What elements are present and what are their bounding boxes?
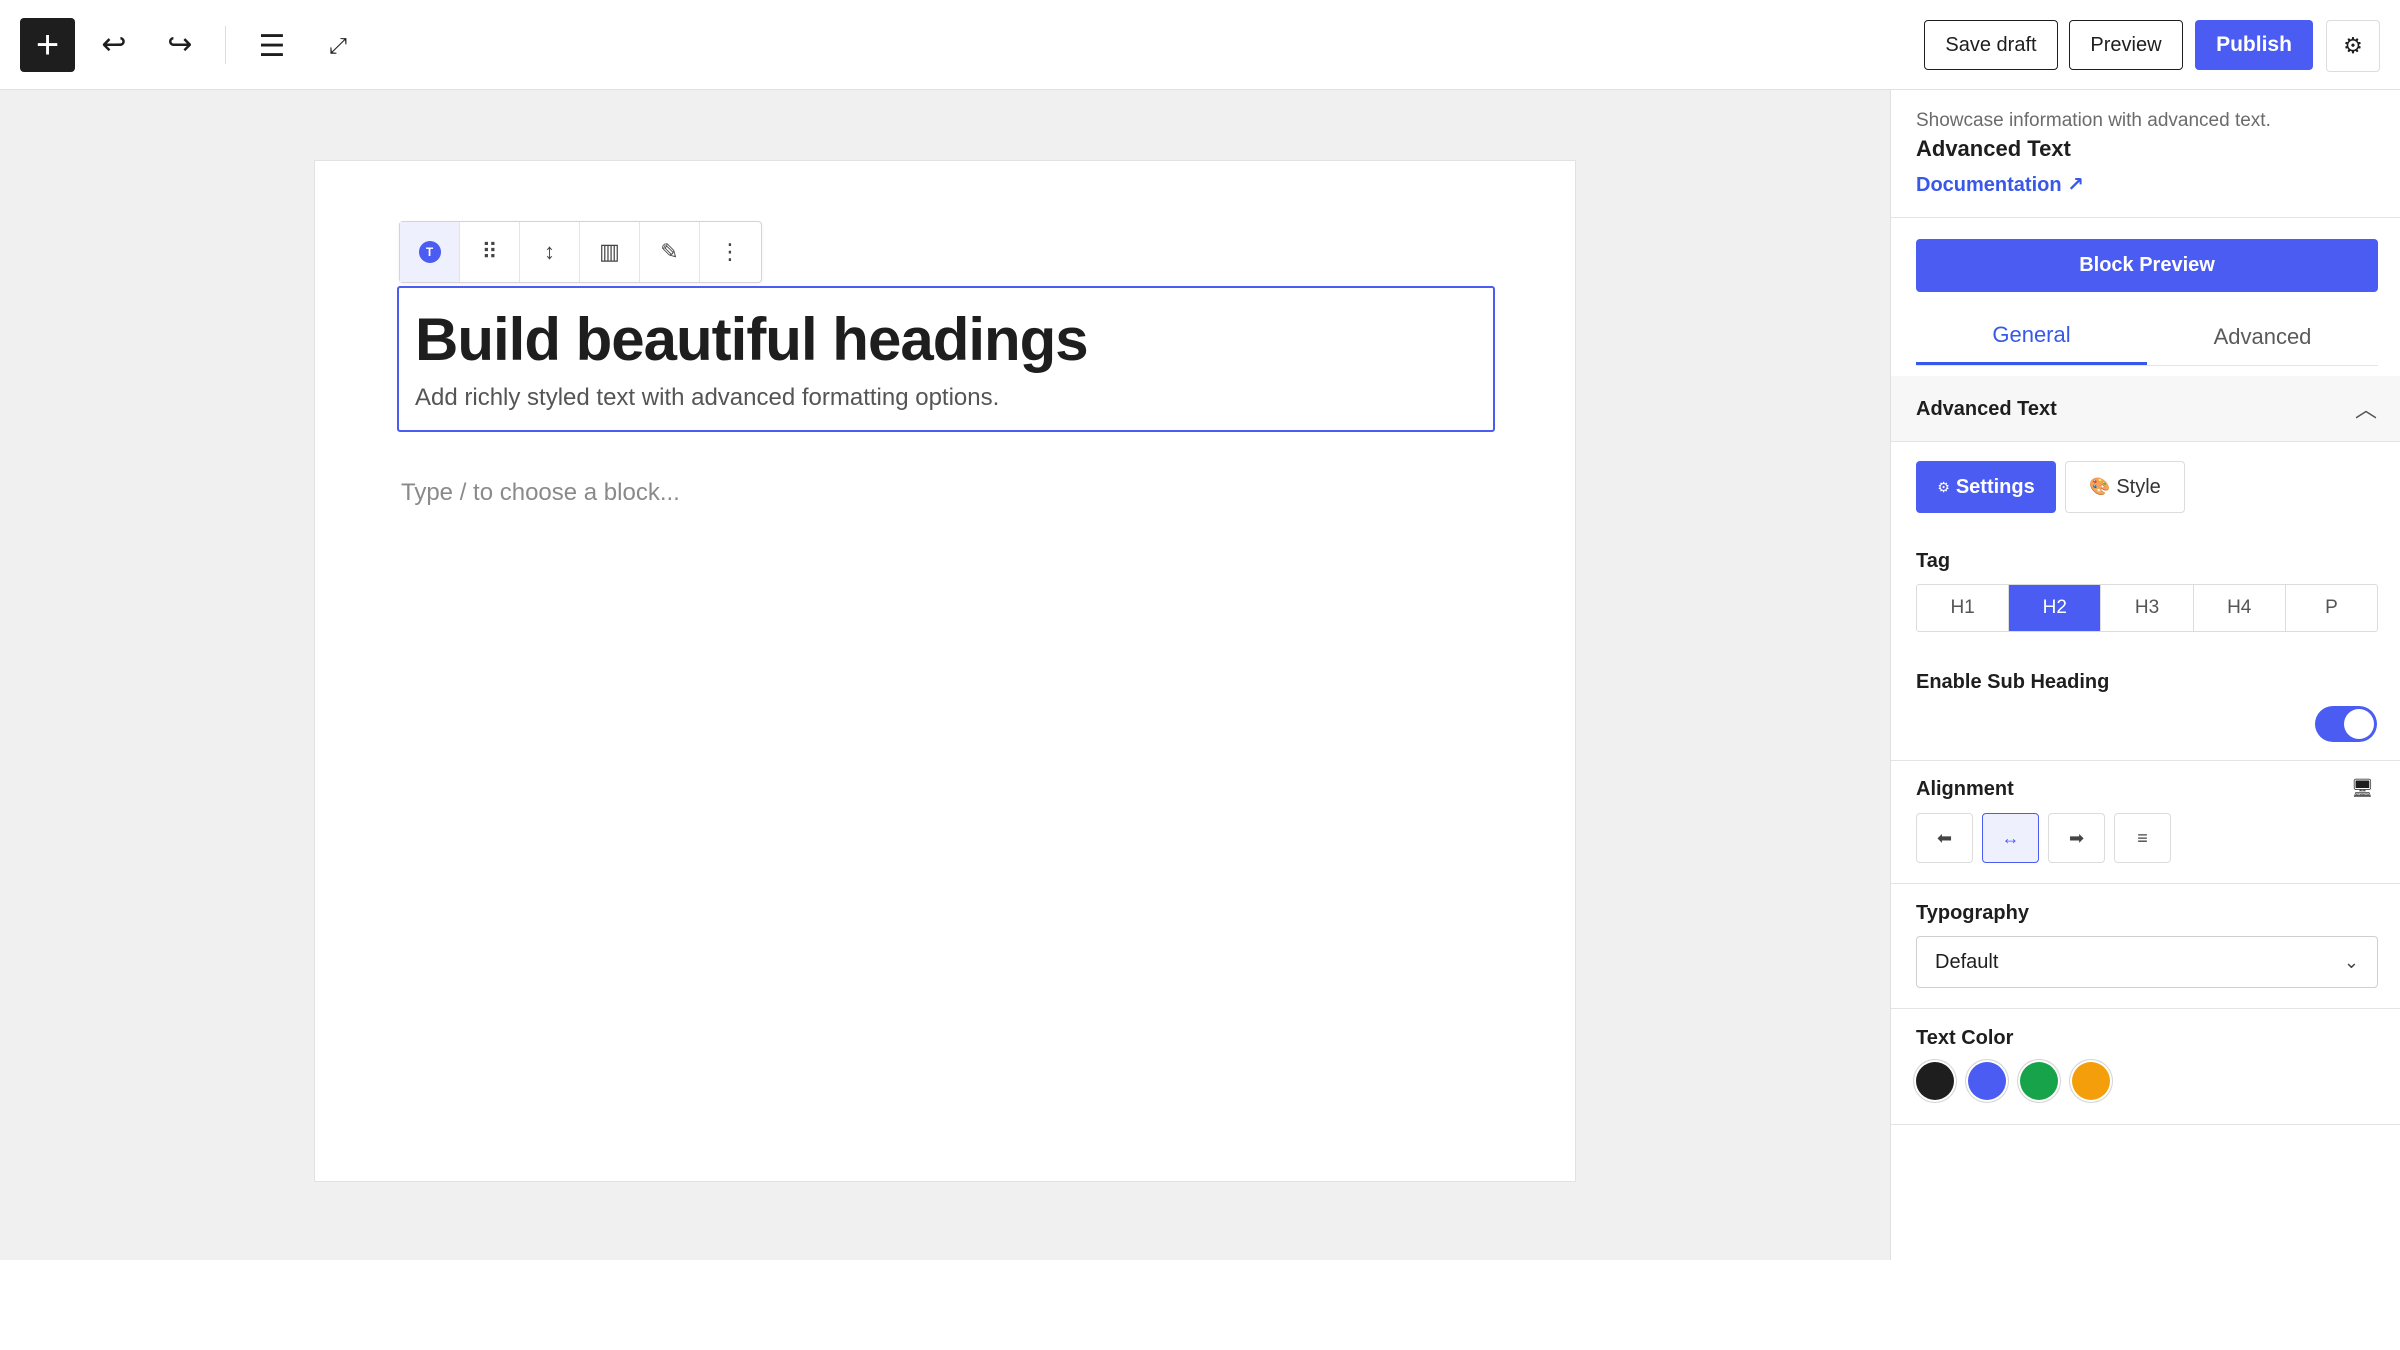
drag-handle[interactable]: ⠿ [460, 222, 520, 282]
toggle-knob [2344, 709, 2374, 739]
sub-heading-toggle[interactable] [2315, 706, 2377, 742]
settings-subtab[interactable]: ⚙ Settings [1916, 461, 2056, 513]
chevron-up-icon: ︿ [2354, 397, 2377, 422]
color-swatch-orange[interactable] [2072, 1062, 2110, 1100]
toolbar-divider [225, 26, 226, 64]
desktop-icon[interactable]: 🖥 [2351, 778, 2374, 799]
arrow-right-icon: ➡ [2068, 827, 2085, 848]
alignment-label: Alignment [1916, 778, 2014, 800]
panel-header-advanced-text[interactable]: Advanced Text ︿ [1891, 376, 2400, 442]
color-swatch-blue[interactable] [1968, 1062, 2006, 1100]
align-center-icon: ↔ [2001, 827, 2020, 848]
list-view-button[interactable]: ☰ [250, 24, 294, 68]
columns-icon: ▥ [599, 239, 620, 264]
undo-icon: ↩ [101, 27, 127, 61]
list-icon: ☰ [258, 29, 286, 63]
move-icon: ↕ [544, 239, 555, 264]
block-toolbar: T ⠿ ↕ ▥ ✎ ⋮ [399, 221, 762, 283]
align-right-button[interactable]: ➡ [2048, 813, 2105, 863]
text-color-label: Text Color [1916, 1027, 2014, 1049]
typography-select[interactable]: Default ⌄ [1916, 936, 2378, 988]
block-preview-button[interactable]: Block Preview [1916, 239, 2378, 292]
fullscreen-button[interactable]: ⤢ [316, 24, 360, 68]
divider [1891, 760, 2400, 761]
gear-icon: ⚙ [1937, 478, 1950, 495]
edit-button[interactable]: ✎ [640, 222, 700, 282]
text-block-icon: T [418, 241, 441, 263]
divider [1891, 883, 2400, 884]
more-options-button[interactable]: ⋮ [700, 222, 760, 282]
add-block-button[interactable]: + [20, 18, 75, 72]
block-heading[interactable]: Build beautiful headings [415, 308, 1477, 372]
typography-value: Default [1935, 950, 1999, 973]
block-placeholder[interactable]: Type / to choose a block... [401, 479, 680, 507]
top-toolbar: + ↩ ↪ ☰ ⤢ Save draft Preview Publish ⚙ [0, 0, 2400, 90]
gear-icon: ⚙ [2343, 33, 2363, 58]
divider [1891, 1008, 2400, 1009]
tag-option-h1[interactable]: H1 [1917, 585, 2010, 631]
editor-page: T ⠿ ↕ ▥ ✎ ⋮ Build beautiful headings Add… [314, 160, 1576, 1182]
style-subtab-label: Style [2116, 475, 2161, 498]
drag-icon: ⠿ [481, 239, 498, 264]
pencil-icon: ✎ [660, 239, 679, 264]
color-swatches [1916, 1062, 2110, 1100]
publish-button[interactable]: Publish [2195, 20, 2313, 70]
block-subheading[interactable]: Add richly styled text with advanced for… [415, 384, 1477, 412]
typography-label: Typography [1916, 902, 2029, 924]
selected-text-block[interactable]: Build beautiful headings Add richly styl… [397, 286, 1495, 432]
sub-heading-label: Enable Sub Heading [1916, 671, 2110, 693]
tab-advanced[interactable]: Advanced [2147, 308, 2378, 365]
block-title: Advanced Text [1916, 136, 2071, 161]
more-icon: ⋮ [719, 239, 741, 264]
divider [1891, 217, 2400, 218]
editor-canvas: T ⠿ ↕ ▥ ✎ ⋮ Build beautiful headings Add… [0, 90, 1890, 1260]
divider [1891, 1124, 2400, 1125]
tag-option-h2[interactable]: H2 [2009, 585, 2102, 631]
redo-button[interactable]: ↪ [158, 22, 202, 66]
tag-option-h3[interactable]: H3 [2101, 585, 2194, 631]
save-draft-button[interactable]: Save draft [1924, 20, 2058, 70]
color-swatch-green[interactable] [2020, 1062, 2058, 1100]
tab-general[interactable]: General [1916, 308, 2147, 365]
tag-option-p[interactable]: P [2286, 585, 2377, 631]
settings-button[interactable]: ⚙ [2326, 20, 2380, 72]
plus-icon: + [35, 22, 60, 67]
undo-button[interactable]: ↩ [92, 22, 136, 66]
tag-selector: H1 H2 H3 H4 P [1916, 584, 2378, 632]
arrow-left-icon: ⬅ [1936, 827, 1953, 848]
tag-label: Tag [1916, 550, 1951, 572]
preview-button[interactable]: Preview [2069, 20, 2183, 70]
palette-icon: 🎨 [2089, 477, 2111, 496]
settings-subtab-label: Settings [1955, 475, 2035, 498]
tag-option-h4[interactable]: H4 [2194, 585, 2286, 631]
move-button[interactable]: ↕ [520, 222, 580, 282]
documentation-link[interactable]: Documentation ↗ [1916, 172, 2375, 197]
chevron-down-icon: ⌄ [2343, 951, 2359, 972]
align-button[interactable]: ▥ [580, 222, 640, 282]
style-subtab[interactable]: 🎨 Style [2065, 461, 2185, 513]
alignment-options: ⬅ ↔ ➡ ≡ [1916, 813, 2171, 863]
sidebar-tabs: General Advanced [1916, 308, 2378, 366]
justify-icon: ≡ [2137, 827, 2148, 848]
align-justify-button[interactable]: ≡ [2114, 813, 2171, 863]
block-description: Showcase information with advanced text. [1916, 110, 2271, 131]
redo-icon: ↪ [167, 27, 193, 61]
align-center-button[interactable]: ↔ [1982, 813, 2039, 863]
align-left-button[interactable]: ⬅ [1916, 813, 1973, 863]
color-swatch-black[interactable] [1916, 1062, 1954, 1100]
block-type-button[interactable]: T [400, 222, 460, 282]
panel-title: Advanced Text [1916, 398, 2057, 420]
expand-icon: ⤢ [329, 33, 347, 58]
settings-sidebar: Showcase information with advanced text.… [1890, 90, 2400, 1260]
